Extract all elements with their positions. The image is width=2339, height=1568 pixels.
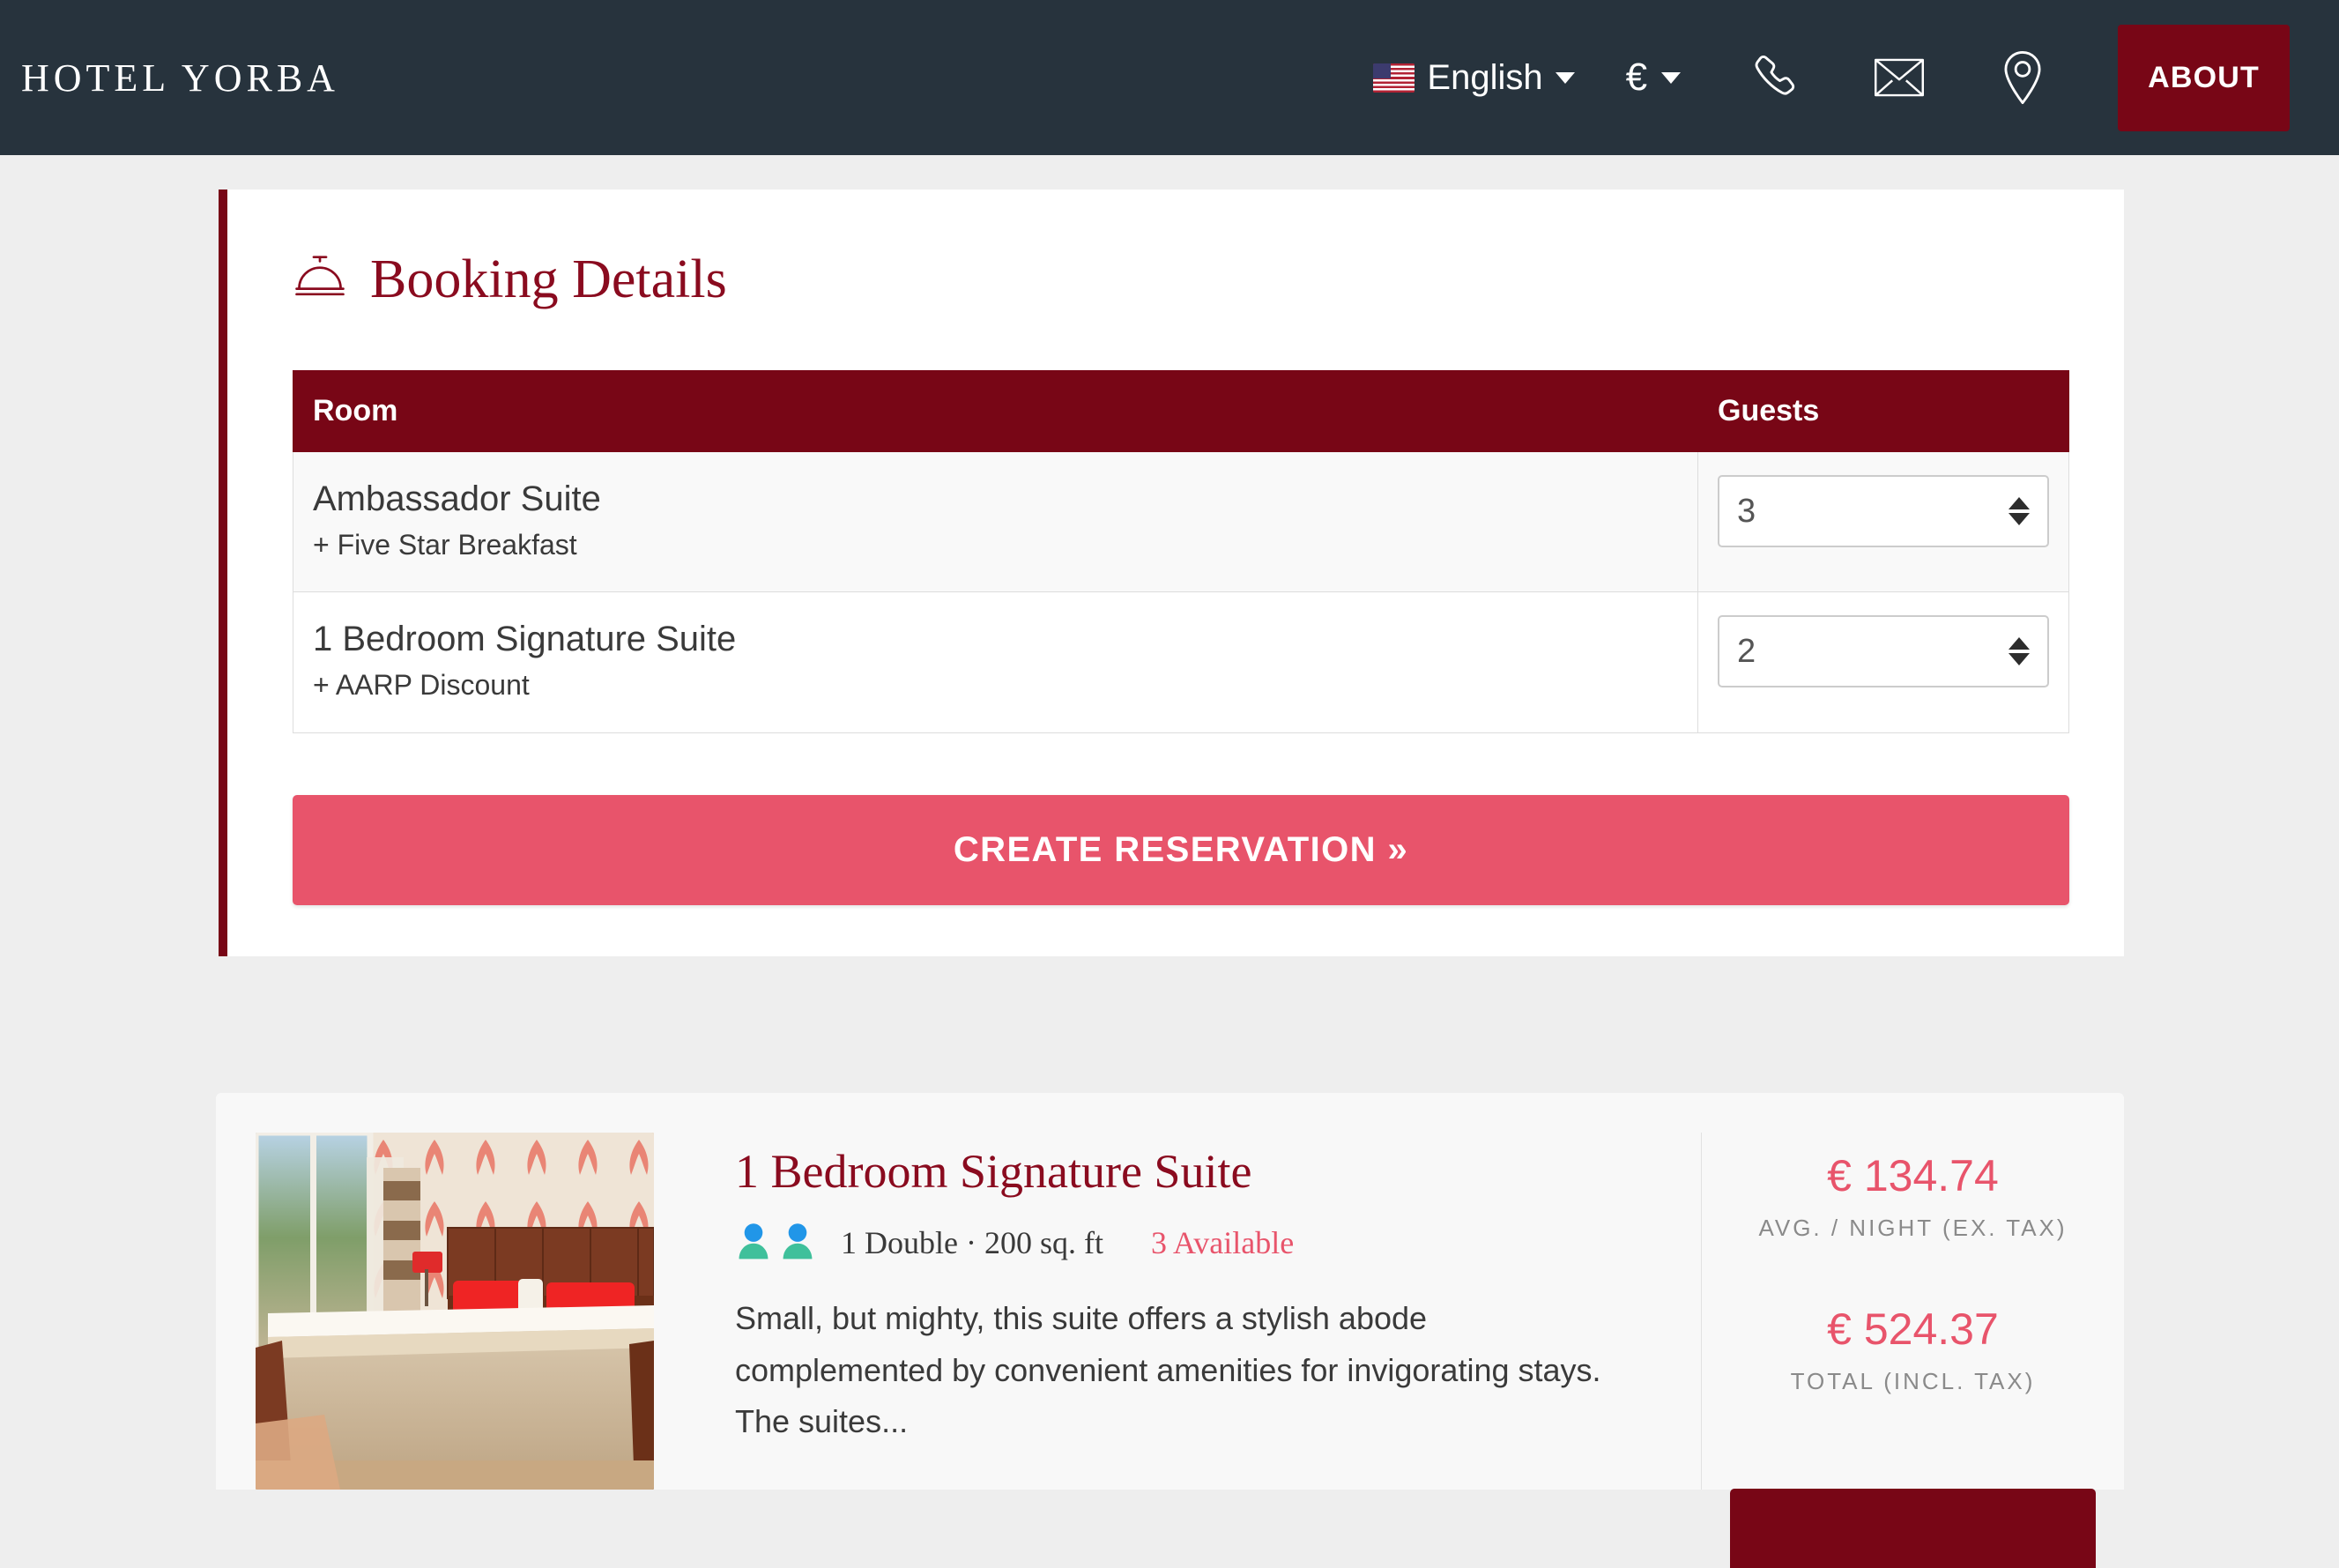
panel-heading: Booking Details [293,249,2069,308]
guests-cell: 3 [1697,450,2069,593]
price-column: € 134.74 AVG. / NIGHT (EX. TAX) € 524.37… [1701,1133,2124,1568]
room-cell: 1 Bedroom Signature Suite + AARP Discoun… [293,591,1698,733]
person-icon [783,1223,813,1260]
language-selector[interactable]: English [1373,57,1575,98]
booking-table: Room Guests Ambassador Suite + Five Star… [293,370,2069,733]
room-cell: Ambassador Suite + Five Star Breakfast [293,450,1698,593]
about-button[interactable]: ABOUT [2118,24,2290,131]
spinner-up-icon[interactable] [2009,637,2030,650]
book-room-button[interactable] [1730,1489,2096,1568]
room-body: 1 Bedroom Signature Suite 1 Double · 200… [654,1133,1674,1490]
person-icon [739,1223,769,1260]
room-photo[interactable] [256,1133,654,1490]
column-header-room: Room [293,370,1698,452]
occupancy-person-icons [735,1222,816,1263]
guests-value: 3 [1737,492,1756,530]
avg-night-price: € 134.74 [1827,1151,1999,1200]
concierge-bell-icon [293,249,347,308]
page-title: Booking Details [370,249,727,309]
guests-stepper[interactable]: 2 [1718,615,2049,688]
currency-selector[interactable]: € [1625,56,1682,100]
spinner-arrows[interactable] [2009,637,2030,666]
guests-cell: 2 [1697,591,2069,733]
guests-stepper[interactable]: 3 [1718,475,2049,547]
phone-icon[interactable] [1748,49,1804,106]
availability-badge: 3 Available [1150,1225,1295,1261]
room-title[interactable]: 1 Bedroom Signature Suite [735,1145,1674,1198]
room-result-card: 1 Bedroom Signature Suite 1 Double · 200… [216,1093,2124,1568]
create-reservation-button[interactable]: CREATE RESERVATION » [293,794,2069,905]
brand-logo[interactable]: HOTEL YORBA [21,56,339,100]
language-label: English [1427,57,1543,97]
room-specs: 1 Double · 200 sq. ft [841,1225,1103,1261]
spinner-down-icon[interactable] [2009,513,2030,525]
spinner-up-icon[interactable] [2009,497,2030,509]
room-meta: 1 Double · 200 sq. ft 3 Available [735,1222,1674,1263]
total-price: € 524.37 [1827,1304,1999,1354]
room-addon: + Five Star Breakfast [313,529,577,561]
spinner-down-icon[interactable] [2009,653,2030,666]
guests-value: 2 [1737,632,1756,670]
currency-symbol: € [1625,56,1648,99]
room-name: Ambassador Suite [313,479,601,518]
header-right-group: English € ABOUT [1373,0,2339,155]
booking-details-panel: Booking Details Room Guests Ambassador S… [219,189,2124,956]
chevron-down-icon [1555,71,1575,84]
avg-night-label: AVG. / NIGHT (EX. TAX) [1758,1215,2068,1241]
table-row: 1 Bedroom Signature Suite + AARP Discoun… [293,591,2069,733]
table-row: Ambassador Suite + Five Star Breakfast 3 [293,450,2069,593]
table-header-row: Room Guests [293,370,2069,452]
site-header: HOTEL YORBA English € ABOUT [0,0,2339,155]
room-description: Small, but mighty, this suite offers a s… [735,1300,1601,1440]
room-name: 1 Bedroom Signature Suite [313,620,737,659]
mail-icon[interactable] [1871,49,1927,106]
spinner-arrows[interactable] [2009,497,2030,525]
column-header-guests: Guests [1697,370,2069,452]
us-flag-icon [1373,63,1415,93]
total-price-label: TOTAL (INCL. TAX) [1790,1368,2036,1394]
location-pin-icon[interactable] [1994,49,2051,106]
chevron-down-icon [1661,71,1682,84]
room-addon: + AARP Discount [313,669,530,702]
